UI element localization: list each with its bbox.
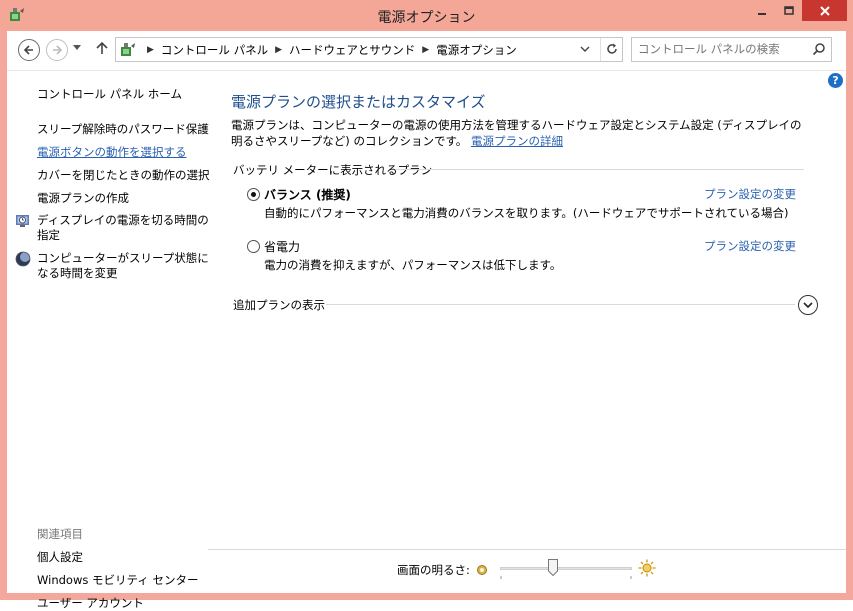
arrow-left-icon [23, 45, 33, 55]
brightness-label: 画面の明るさ: [397, 563, 470, 577]
sidebar-item-lid-close[interactable]: カバーを閉じたときの動作の選択 [37, 167, 210, 183]
show-additional-plans[interactable]: 追加プランの表示 [233, 297, 325, 313]
page-description: 電源プランは、コンピューターの電源の使用方法を管理するハードウェア設定とシステム… [231, 117, 811, 149]
brightness-slider-thumb[interactable] [547, 559, 558, 576]
breadcrumb-item[interactable]: コントロール パネル [161, 42, 268, 58]
minimize-button[interactable] [748, 0, 775, 21]
sidebar-item-home[interactable]: コントロール パネル ホーム [37, 86, 182, 102]
chevron-down-icon[interactable] [580, 45, 590, 53]
minimize-icon [757, 12, 766, 15]
brightness-slider-ticks [500, 576, 632, 579]
recent-pages-dropdown-icon[interactable] [73, 45, 81, 51]
display-clock-icon [16, 215, 29, 227]
sidebar-item-label: コンピューターがスリープ状態になる時間を変更 [37, 251, 209, 280]
close-icon [819, 5, 830, 16]
help-icon[interactable]: ? [828, 73, 843, 88]
related-heading: 関連項目 [37, 527, 83, 541]
divider [395, 169, 804, 170]
sidebar-item-wake-password[interactable]: スリープ解除時のパスワード保護 [37, 121, 209, 137]
brightness-bar: 画面の明るさ: [208, 549, 846, 593]
power-plan-details-link[interactable]: 電源プランの詳細 [471, 134, 563, 148]
expand-button[interactable] [798, 295, 818, 315]
chevron-down-icon [803, 302, 813, 309]
plan-radio-power-saver[interactable] [247, 240, 260, 253]
breadcrumb-item[interactable]: 電源オプション [436, 42, 517, 58]
sidebar-item-label: ディスプレイの電源を切る時間の指定 [37, 213, 209, 242]
plan-description: 自動的にパフォーマンスと電力消費のバランスを取ります。(ハードウェアでサポートさ… [264, 206, 789, 220]
divider [326, 304, 795, 305]
close-button[interactable] [802, 0, 847, 21]
change-plan-settings-link[interactable]: プラン設定の変更 [704, 186, 796, 202]
chevron-right-icon: ▶ [147, 45, 154, 55]
sidebar-item-personalization[interactable]: 個人設定 [37, 549, 83, 565]
plans-group-heading: バッテリ メーターに表示されるプラン [233, 163, 433, 177]
client-area: ▶ コントロール パネル ▶ ハードウェアとサウンド ▶ 電源オプション ? コ… [7, 31, 846, 610]
chevron-right-icon[interactable]: ▶ [422, 45, 429, 55]
brightness-slider-track[interactable] [500, 567, 632, 570]
maximize-button[interactable] [775, 0, 802, 21]
breadcrumb: ▶ コントロール パネル ▶ ハードウェアとサウンド ▶ 電源オプション [140, 42, 517, 58]
title-bar[interactable]: 電源オプション [0, 0, 853, 31]
search-icon[interactable] [812, 42, 826, 56]
plan-name[interactable]: バランス (推奨) [264, 186, 351, 203]
maximize-icon [783, 5, 794, 15]
divider [600, 38, 601, 61]
sidebar-item-mobility-center[interactable]: Windows モビリティ センター [37, 572, 198, 588]
sidebar-item-power-button[interactable]: 電源ボタンの動作を選択する [37, 144, 187, 160]
window: 電源オプション ▶ コントロール パネル ▶ ハードウェアとサウンド ▶ 電源オ… [0, 0, 853, 610]
plan-name[interactable]: 省電力 [264, 238, 300, 255]
refresh-icon[interactable] [605, 42, 619, 56]
brightness-low-icon [477, 565, 487, 575]
arrow-up-icon[interactable] [96, 41, 108, 55]
control-panel-icon [121, 43, 135, 56]
chevron-right-icon[interactable]: ▶ [275, 45, 282, 55]
address-bar: ▶ コントロール パネル ▶ ハードウェアとサウンド ▶ 電源オプション [7, 31, 846, 71]
search-input[interactable] [638, 42, 808, 56]
brightness-high-icon [638, 559, 656, 577]
plan-radio-balanced[interactable] [247, 188, 260, 201]
address-field[interactable]: ▶ コントロール パネル ▶ ハードウェアとサウンド ▶ 電源オプション [115, 37, 623, 62]
back-button[interactable] [18, 39, 40, 61]
window-title: 電源オプション [377, 10, 476, 26]
plan-description: 電力の消費を抑えますが、パフォーマンスは低下します。 [264, 258, 562, 272]
search-field[interactable] [631, 37, 832, 62]
sidebar-item-user-accounts[interactable]: ユーザー アカウント [37, 595, 144, 611]
moon-icon [15, 251, 31, 267]
sidebar-item-create-plan[interactable]: 電源プランの作成 [37, 190, 129, 206]
page-title: 電源プランの選択またはカスタマイズ [231, 93, 486, 111]
forward-button[interactable] [46, 39, 68, 61]
sidebar: コントロール パネル ホーム スリープ解除時のパスワード保護 電源ボタンの動作を… [7, 71, 210, 610]
change-plan-settings-link[interactable]: プラン設定の変更 [704, 238, 796, 254]
arrow-right-icon [53, 45, 63, 55]
breadcrumb-item[interactable]: ハードウェアとサウンド [289, 42, 415, 58]
